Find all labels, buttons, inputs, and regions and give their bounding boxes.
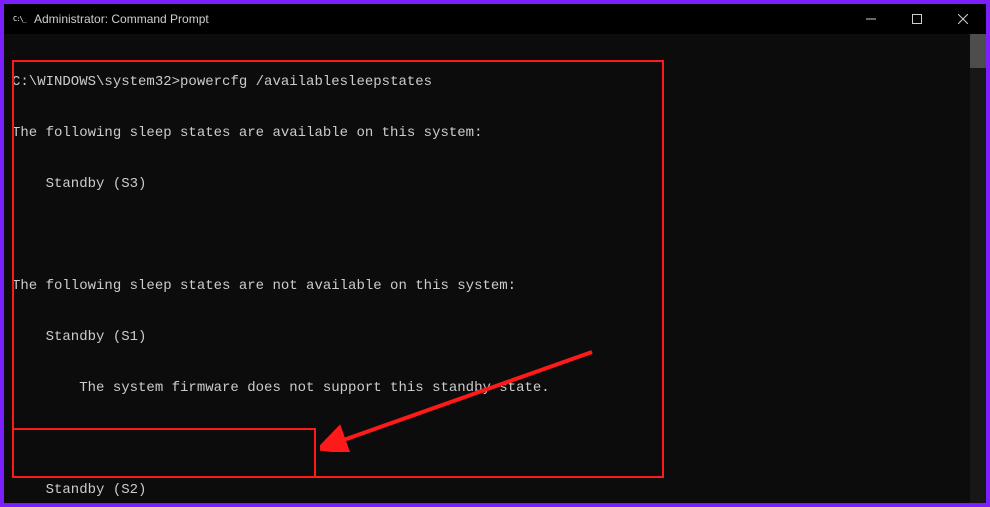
cmd-window: Administrator: Command Prompt C:\WINDOWS… (4, 4, 986, 503)
scrollbar-track[interactable] (970, 34, 986, 503)
maximize-icon (912, 14, 922, 24)
close-icon (958, 14, 968, 24)
output-line: Standby (S1) (12, 329, 986, 346)
terminal-body[interactable]: C:\WINDOWS\system32>powercfg /availables… (4, 34, 986, 503)
screenshot-frame: Administrator: Command Prompt C:\WINDOWS… (0, 0, 990, 507)
blank-line (12, 431, 986, 448)
scrollbar-thumb[interactable] (970, 34, 986, 68)
blank-line (12, 227, 986, 244)
prompt-path: C:\WINDOWS\system32> (12, 74, 180, 90)
titlebar: Administrator: Command Prompt (4, 4, 986, 34)
command-text: powercfg /availablesleepstates (180, 74, 432, 90)
minimize-button[interactable] (848, 4, 894, 34)
output-line: The system firmware does not support thi… (12, 380, 986, 397)
output-line: The following sleep states are available… (12, 125, 986, 142)
minimize-icon (866, 14, 876, 24)
output-line: The following sleep states are not avail… (12, 278, 986, 295)
cmd-icon (12, 12, 28, 26)
window-title: Administrator: Command Prompt (34, 12, 209, 26)
close-button[interactable] (940, 4, 986, 34)
maximize-button[interactable] (894, 4, 940, 34)
output-line: Standby (S3) (12, 176, 986, 193)
annotation-outer-box (12, 60, 664, 478)
prompt-line: C:\WINDOWS\system32>powercfg /availables… (12, 74, 986, 91)
output-line: Standby (S2) (12, 482, 986, 499)
